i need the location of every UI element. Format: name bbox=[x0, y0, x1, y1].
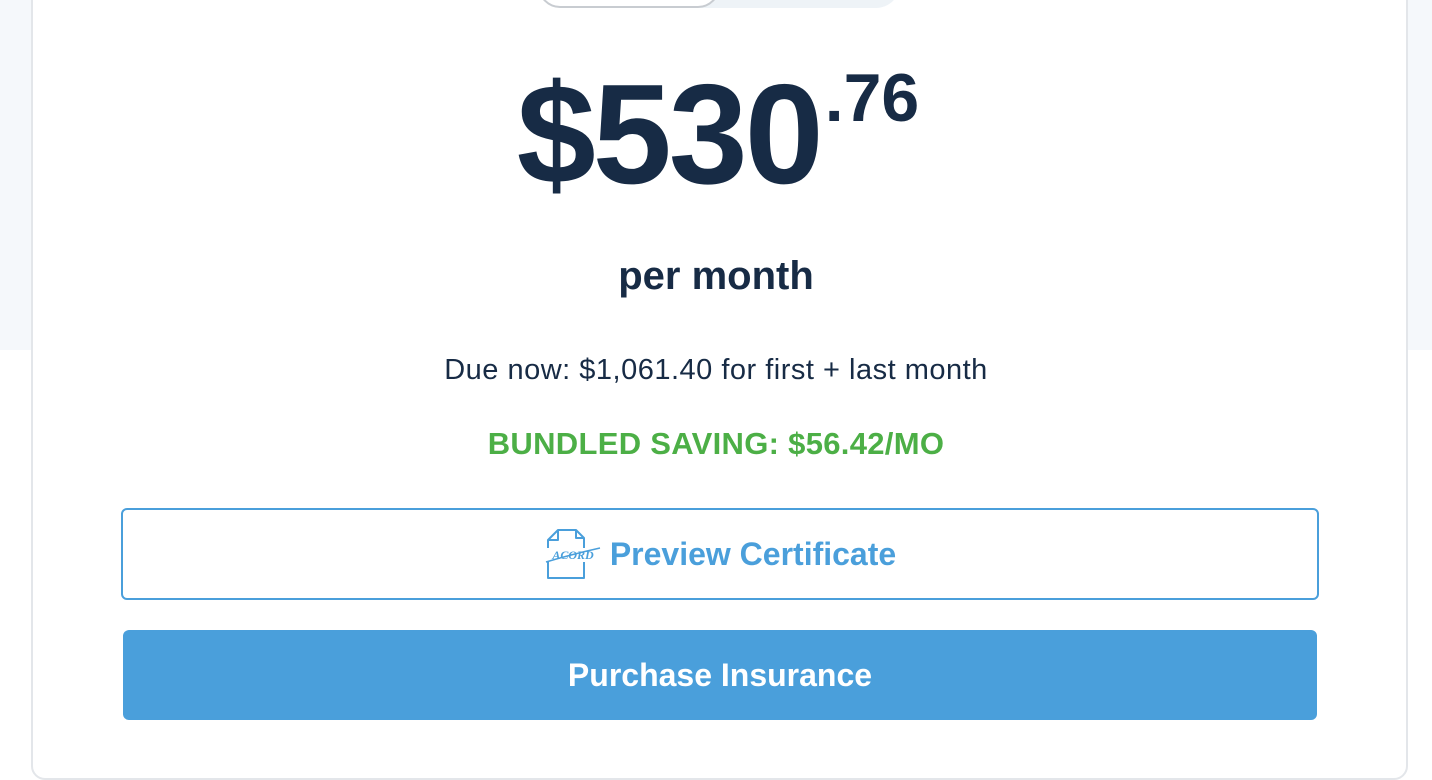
toggle-option-unselected[interactable] bbox=[718, 0, 900, 4]
price-cents: .76 bbox=[824, 60, 920, 136]
due-now-text: Due now: $1,061.40 for first + last mont… bbox=[444, 354, 988, 386]
acord-document-icon: ACORD bbox=[544, 528, 602, 580]
billing-toggle[interactable] bbox=[538, 0, 900, 8]
preview-certificate-label: Preview Certificate bbox=[609, 535, 897, 572]
purchase-insurance-button[interactable]: Purchase Insurance bbox=[123, 630, 1317, 720]
preview-certificate-button[interactable]: ACORD Preview Certificate bbox=[121, 508, 1319, 600]
monthly-price: $530.76 bbox=[0, 64, 1432, 206]
bundled-saving-text: BUNDLED SAVING: $56.42/MO bbox=[487, 426, 945, 461]
purchase-insurance-label: Purchase Insurance bbox=[567, 656, 873, 693]
price-main: $530 bbox=[516, 55, 824, 214]
toggle-option-selected[interactable] bbox=[538, 0, 720, 8]
price-period: per month bbox=[618, 254, 814, 298]
